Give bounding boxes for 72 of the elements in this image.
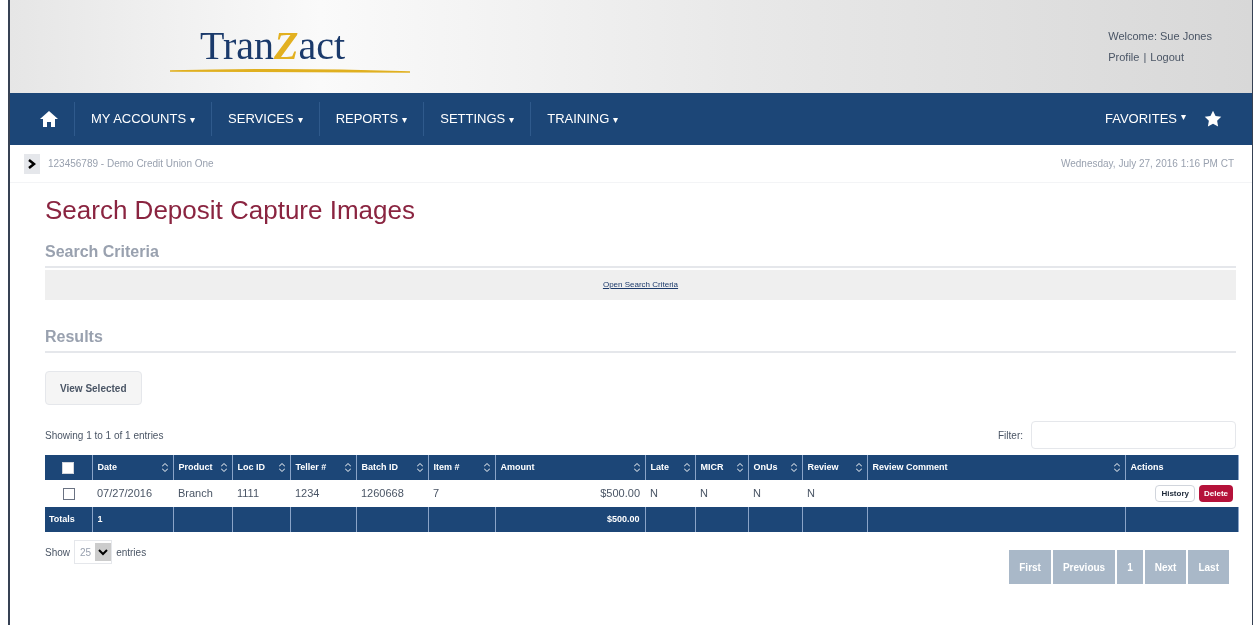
nav-menu[interactable]: REPORTS ▾	[318, 102, 424, 136]
nav-menu[interactable]: TRAINING ▾	[530, 102, 635, 136]
sort-icon[interactable]	[483, 463, 490, 472]
star-icon[interactable]	[1204, 110, 1222, 128]
page-title: Search Deposit Capture Images	[45, 194, 416, 227]
column-header[interactable]: Actions	[1130, 460, 1164, 475]
column-header[interactable]: Late	[650, 460, 669, 475]
total-cell: $500.00	[606, 513, 640, 524]
column-header[interactable]: Batch ID	[361, 460, 398, 475]
favorites-menu[interactable]: FAVORITES ▾	[1105, 109, 1186, 129]
table-cell: N	[807, 487, 815, 500]
sort-icon[interactable]	[736, 463, 743, 472]
sort-icon[interactable]	[633, 463, 640, 472]
row-checkbox[interactable]	[62, 487, 75, 500]
table-cell: Branch	[178, 487, 213, 500]
sort-icon[interactable]	[1113, 463, 1120, 472]
sort-icon[interactable]	[344, 463, 351, 472]
open-search-criteria-link[interactable]: Open Search Criteria	[602, 279, 679, 291]
filter-label: Filter:	[998, 428, 1023, 443]
table-cell: 07/27/2016	[97, 487, 153, 500]
welcome-text: Welcome: Sue Jones	[1108, 29, 1212, 44]
select-all-checkbox[interactable]	[62, 461, 75, 474]
table-cell: 1111	[237, 487, 260, 500]
table-cell: 1234	[295, 487, 320, 500]
expand-button[interactable]	[24, 153, 40, 174]
section-heading: Results	[45, 325, 1236, 353]
column-header[interactable]: MICR	[700, 460, 724, 475]
view-selected-button[interactable]: View Selected	[45, 371, 142, 405]
home-icon[interactable]	[40, 111, 58, 127]
profile-link[interactable]: Profile	[1108, 48, 1140, 65]
column-header[interactable]: Date	[97, 460, 117, 475]
column-header[interactable]: Review Comment	[872, 460, 948, 475]
entries-label: entries	[116, 545, 147, 560]
sort-icon[interactable]	[855, 463, 862, 472]
total-cell: 1	[97, 513, 103, 524]
column-header[interactable]: Product	[178, 460, 213, 475]
sort-icon[interactable]	[161, 463, 168, 472]
table-cell: N	[650, 487, 658, 500]
sort-icon[interactable]	[278, 463, 285, 472]
column-header[interactable]: Amount	[500, 460, 535, 475]
table-cell: 7	[433, 487, 440, 500]
entries-info-text: Showing 1 to 1 of 1 entries	[45, 428, 164, 443]
sort-icon[interactable]	[416, 463, 423, 472]
table-cell: $500.00	[600, 487, 640, 500]
column-header[interactable]: OnUs	[753, 460, 778, 475]
account-text: 123456789 - Demo Credit Union One	[48, 157, 214, 171]
column-header[interactable]: Review	[807, 460, 839, 475]
nav-menu[interactable]: MY ACCOUNTS ▾	[74, 102, 212, 136]
logout-link[interactable]: Logout	[1150, 48, 1184, 65]
section-heading: Search Criteria	[45, 240, 1236, 268]
logo: TranZact	[200, 25, 346, 66]
sort-icon[interactable]	[683, 463, 690, 472]
table-cell: N	[700, 487, 708, 500]
table-cell: 1260668	[361, 487, 404, 500]
column-header[interactable]: Teller #	[295, 460, 327, 475]
chevron-icon	[28, 158, 36, 169]
column-header[interactable]: Loc ID	[237, 460, 265, 475]
history-button[interactable]: History	[1155, 485, 1195, 502]
separator-text: |	[1143, 49, 1147, 65]
datetime-text: Wednesday, July 27, 2016 1:16 PM CT	[1060, 157, 1234, 171]
table-cell: N	[753, 487, 761, 500]
totals-label: Totals	[49, 513, 75, 524]
sort-icon[interactable]	[220, 463, 227, 472]
sort-icon[interactable]	[790, 463, 797, 472]
nav-menu[interactable]: SERVICES ▾	[211, 102, 319, 136]
swoosh-icon	[170, 67, 410, 74]
show-label: Show	[45, 545, 70, 560]
dropdown-caret-icon	[95, 543, 112, 561]
nav-menu[interactable]: SETTINGS ▾	[423, 102, 531, 136]
column-header[interactable]: Item #	[433, 460, 460, 475]
filter-field[interactable]	[1031, 421, 1236, 449]
delete-button[interactable]: Delete	[1199, 485, 1233, 502]
